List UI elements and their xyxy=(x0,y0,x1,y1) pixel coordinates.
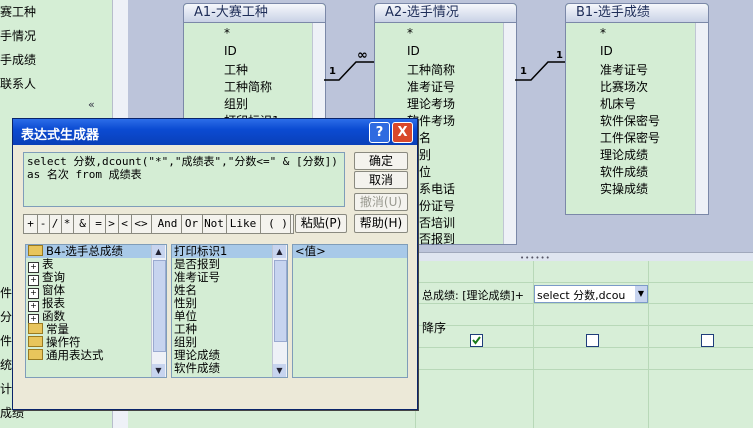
scroll-down-icon[interactable]: ▼ xyxy=(152,364,165,377)
grid-expression-text: select 分数,dcou xyxy=(537,289,626,302)
ok-button[interactable]: 确定 xyxy=(354,152,408,170)
cancel-button[interactable]: 取消 xyxy=(354,171,408,189)
show-checkbox[interactable] xyxy=(586,334,599,347)
operator-button[interactable]: & xyxy=(76,215,90,233)
grid-field-cell[interactable]: 总成绩: [理论成绩]+ xyxy=(422,287,524,303)
operator-button[interactable]: < xyxy=(118,215,132,233)
folder-open-icon xyxy=(28,245,43,256)
undo-button[interactable]: 撤消(U) xyxy=(354,193,408,211)
dialog-titlebar[interactable]: 表达式生成器 ? X xyxy=(13,119,417,145)
folder-icon xyxy=(28,349,43,360)
tree-scrollbar[interactable]: ▲ ▼ xyxy=(151,245,166,377)
folder-icon xyxy=(28,323,43,334)
relationship-many-label: ∞ xyxy=(357,48,368,63)
operator-button[interactable]: > xyxy=(105,215,119,233)
collapse-chevron-icon[interactable]: « xyxy=(88,98,95,111)
nav-item[interactable]: 手情况 xyxy=(0,27,36,44)
expression-line: as 名次 from 成绩表 xyxy=(27,168,142,181)
operator-button[interactable]: = xyxy=(92,215,106,233)
help-icon[interactable]: ? xyxy=(369,122,390,143)
scroll-thumb[interactable] xyxy=(274,260,287,342)
relationship-one-label: 1 xyxy=(520,66,527,77)
expression-line: select 分数,dcount("*","成绩表","分数<=" & [分数]… xyxy=(27,155,338,168)
show-checkbox-checked[interactable] xyxy=(470,334,483,347)
grid-sort-cell[interactable]: 降序 xyxy=(422,319,446,336)
tree-item[interactable]: 通用表达式 xyxy=(26,349,166,362)
expression-textarea[interactable]: select 分数,dcount("*","成绩表","分数<=" & [分数]… xyxy=(23,152,345,207)
list-item[interactable]: 软件成绩 xyxy=(172,362,287,375)
operator-button[interactable]: Like xyxy=(226,215,261,233)
operator-button[interactable]: * xyxy=(61,215,74,233)
scroll-down-icon[interactable]: ▼ xyxy=(273,364,286,377)
dialog-title: 表达式生成器 xyxy=(21,128,100,143)
relationship-one-label: 1 xyxy=(556,50,563,61)
chevron-down-icon[interactable]: ▼ xyxy=(635,286,647,302)
scroll-up-icon[interactable]: ▲ xyxy=(273,245,286,258)
object-tree-list[interactable]: B4-选手总成绩 + 表 + 查询 + 窗体 + 报表 + 函数 常量 操作符 通用表达式… xyxy=(25,244,167,378)
checkmark-icon xyxy=(472,336,481,345)
help-button[interactable]: 帮助(H) xyxy=(354,214,408,233)
operator-button[interactable]: Not xyxy=(202,215,227,233)
operator-button[interactable]: Or xyxy=(181,215,203,233)
scroll-up-icon[interactable]: ▲ xyxy=(152,245,165,258)
paste-button[interactable]: 粘贴(P) xyxy=(295,214,347,233)
nav-item[interactable]: 联系人 xyxy=(0,75,36,92)
operator-button[interactable]: <> xyxy=(131,215,152,233)
operator-button[interactable]: + xyxy=(24,215,38,233)
field-list[interactable]: 打印标识1 是否报到 准考证号 姓名 性别 单位 工种 组别 理论成绩 软件成绩… xyxy=(171,244,288,378)
operator-button[interactable]: And xyxy=(154,215,182,233)
field-scrollbar[interactable]: ▲ ▼ xyxy=(272,245,287,377)
list-item[interactable]: <值> xyxy=(293,245,407,258)
folder-icon xyxy=(28,336,43,347)
expression-builder-dialog: 表达式生成器 ? X select 分数,dcount("*","成绩表","分… xyxy=(12,118,418,410)
nav-item[interactable]: 手成绩 xyxy=(0,51,36,68)
grid-expression-combo[interactable]: select 分数,dcou ▼ xyxy=(534,285,648,303)
operator-toolbar: + - / * & = > < <> And Or Not Like ( ) xyxy=(23,214,294,234)
relationship-one-label: 1 xyxy=(329,66,336,77)
operator-button[interactable]: ( ) xyxy=(266,215,291,233)
scroll-thumb[interactable] xyxy=(153,260,166,352)
show-checkbox[interactable] xyxy=(701,334,714,347)
close-icon[interactable]: X xyxy=(392,122,413,143)
value-list[interactable]: <值> xyxy=(292,244,408,378)
nav-item[interactable]: 赛工种 xyxy=(0,3,36,20)
